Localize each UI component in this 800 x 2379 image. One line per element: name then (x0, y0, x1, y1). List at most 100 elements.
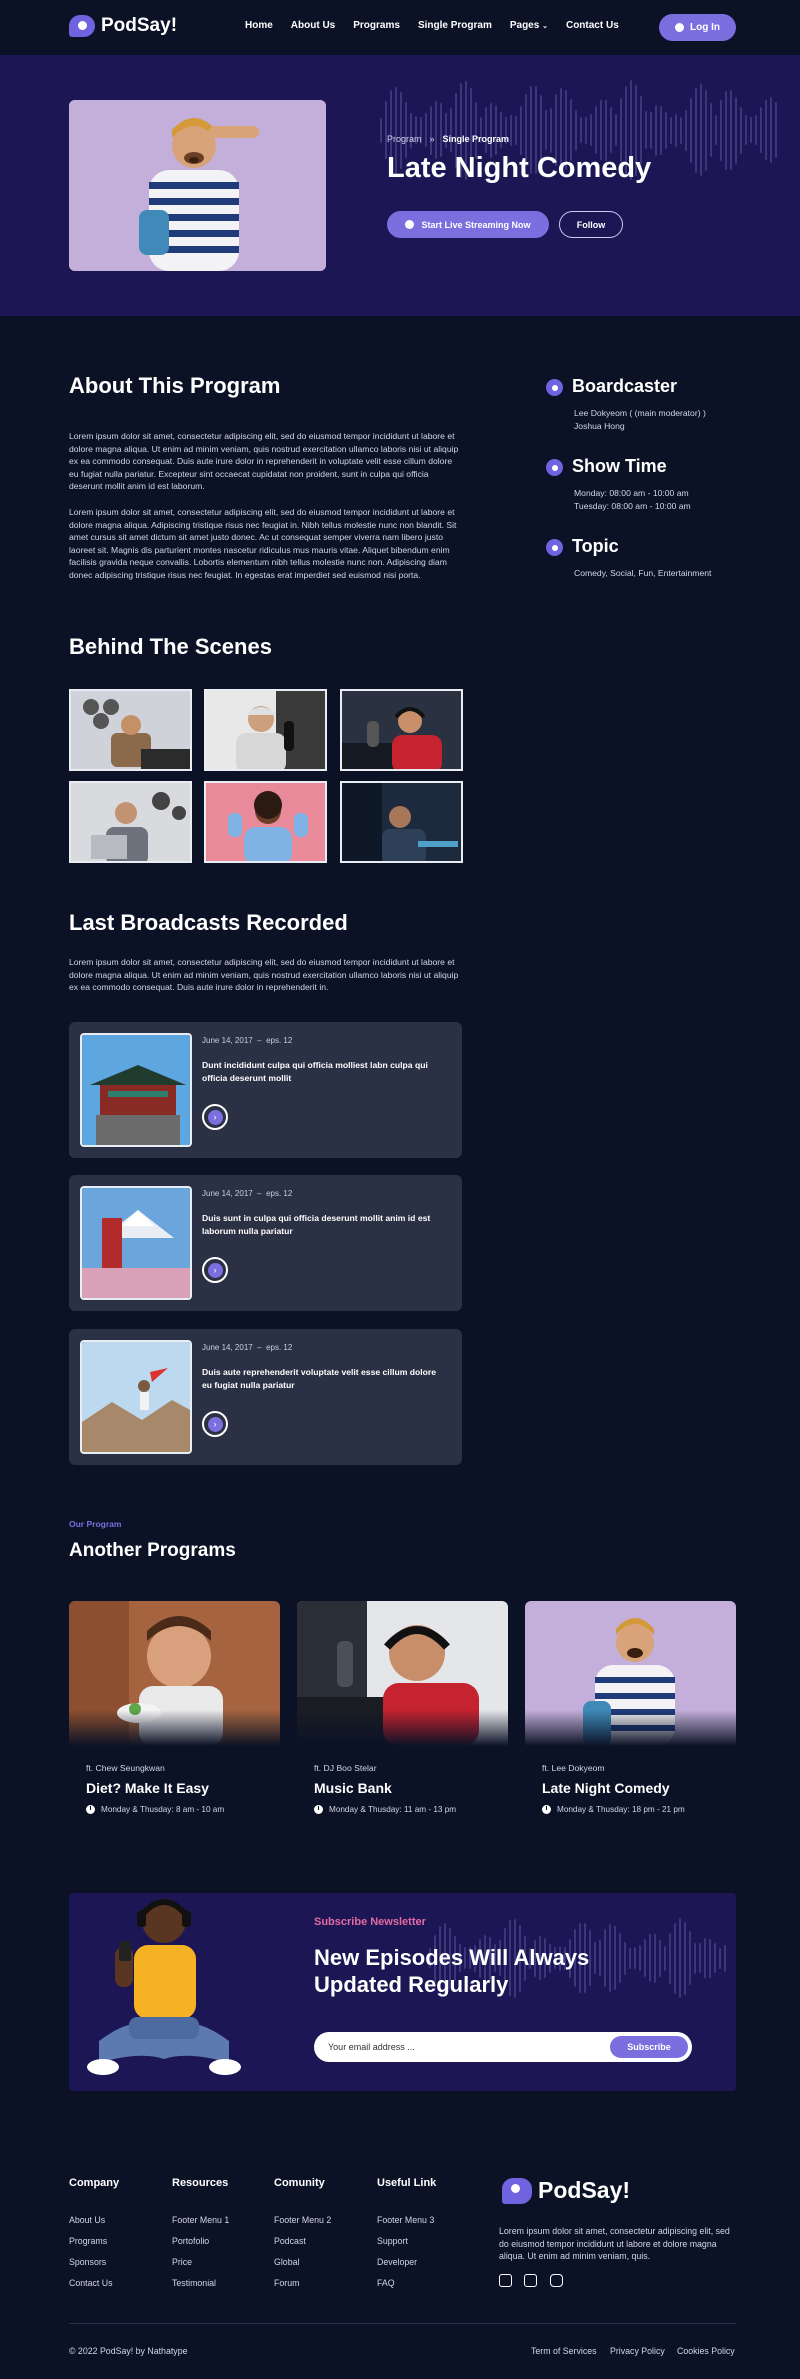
footer-link[interactable]: FAQ (377, 2278, 395, 2288)
footer-divider (69, 2323, 736, 2324)
program-time-text: Monday & Thusday: 18 pm - 21 pm (557, 1805, 685, 1814)
follow-button[interactable]: Follow (559, 211, 623, 238)
instagram-icon[interactable] (550, 2274, 563, 2287)
gallery-image[interactable] (204, 781, 327, 863)
footer-link[interactable]: Footer Menu 1 (172, 2215, 229, 2225)
wave-bar (690, 97, 692, 163)
microphone-icon (546, 379, 563, 396)
twitter-icon[interactable] (524, 2274, 537, 2287)
wave-bar (689, 1931, 691, 1985)
broadcast-episode: eps. 12 (266, 1036, 293, 1045)
footer-link[interactable]: Sponsors (69, 2257, 106, 2267)
main-nav: Home About Us Programs Single Program Pa… (245, 20, 619, 31)
footer-link[interactable]: Price (172, 2257, 192, 2267)
play-button[interactable]: › (202, 1411, 228, 1437)
programs-eyebrow: Our Program (69, 1519, 122, 1529)
program-title[interactable]: Music Bank (314, 1780, 392, 1796)
wave-bar (675, 113, 677, 147)
wave-bar (750, 117, 752, 143)
broadcast-meta: June 14, 2017 – eps. 12 (202, 1343, 293, 1352)
footer-link[interactable]: Contact Us (69, 2278, 113, 2288)
nav-contact-us[interactable]: Contact Us (566, 20, 619, 31)
footer-link[interactable]: About Us (69, 2215, 105, 2225)
email-input[interactable] (328, 2032, 598, 2062)
gallery-image[interactable] (340, 781, 463, 863)
footer-column-title: Useful Link (377, 2177, 437, 2189)
facebook-icon[interactable] (499, 2274, 512, 2287)
boardcaster-name: Lee Dokyeom ( (main moderator) ) (574, 408, 706, 418)
footer-logo[interactable]: PodSay! (502, 2177, 630, 2204)
wave-bar (450, 108, 452, 152)
start-streaming-button[interactable]: Start Live Streaming Now (387, 211, 549, 238)
footer-logo-text: PodSay! (538, 2177, 631, 2203)
nav-about-us[interactable]: About Us (291, 20, 335, 31)
footer-description: Lorem ipsum dolor sit amet, consectetur … (499, 2226, 730, 2262)
footer-link[interactable]: Footer Menu 3 (377, 2215, 434, 2225)
broadcast-title[interactable]: Duis aute reprehenderit voluptate velit … (202, 1366, 442, 1392)
broadcast-thumbnail (80, 1340, 192, 1454)
nav-programs[interactable]: Programs (353, 20, 400, 31)
wave-bar (615, 114, 617, 146)
nav-pages-label: Pages (509, 20, 540, 31)
wave-bar (575, 109, 577, 151)
wave-bar (405, 102, 407, 158)
privacy-link[interactable]: Privacy Policy (610, 2346, 665, 2356)
wave-bar (735, 96, 737, 164)
broadcasts-title: Last Broadcasts Recorded (69, 910, 348, 935)
footer-link[interactable]: Footer Menu 2 (274, 2215, 331, 2225)
subscribe-button[interactable]: Subscribe (610, 2036, 688, 2058)
program-time-text: Monday & Thusday: 8 am - 10 am (101, 1805, 225, 1814)
broadcast-card[interactable]: June 14, 2017 – eps. 12 Dunt incididunt … (69, 1022, 462, 1158)
footer-column-title: Resources (172, 2177, 229, 2189)
footer-link[interactable]: Portofolio (172, 2236, 209, 2246)
topic-title: Topic (572, 536, 619, 556)
logo[interactable]: PodSay! (69, 15, 177, 37)
nav-pages[interactable]: Pages ⌄ (510, 20, 548, 31)
wave-bar (645, 111, 647, 149)
nav-single-program[interactable]: Single Program (418, 20, 492, 31)
wave-bar (670, 116, 672, 144)
login-button[interactable]: Log In (659, 14, 736, 41)
program-title[interactable]: Diet? Make It Easy (86, 1780, 209, 1796)
footer-link[interactable]: Testimonial (172, 2278, 216, 2288)
footer-link[interactable]: Support (377, 2236, 408, 2246)
broadcast-card[interactable]: June 14, 2017 – eps. 12 Duis sunt in cul… (69, 1175, 462, 1311)
gallery-image[interactable] (204, 689, 327, 771)
program-time: Monday & Thusday: 18 pm - 21 pm (542, 1805, 685, 1814)
broadcast-title[interactable]: Duis sunt in culpa qui officia deserunt … (202, 1212, 442, 1238)
terms-link[interactable]: Term of Services (531, 2346, 597, 2356)
nav-home[interactable]: Home (245, 20, 273, 31)
wave-bar (704, 1938, 706, 1978)
footer-link[interactable]: Programs (69, 2236, 107, 2246)
wave-bar (770, 97, 772, 163)
program-title[interactable]: Late Night Comedy (542, 1780, 670, 1796)
footer-link[interactable]: Developer (377, 2257, 417, 2267)
wave-bar (440, 103, 442, 157)
broadcast-card[interactable]: June 14, 2017 – eps. 12 Duis aute repreh… (69, 1329, 462, 1465)
broadcast-date: June 14, 2017 (202, 1036, 253, 1045)
play-button[interactable]: › (202, 1257, 228, 1283)
login-label: Log In (690, 22, 720, 33)
wave-bar (740, 106, 742, 154)
wave-bar (510, 114, 512, 146)
footer-link[interactable]: Forum (274, 2278, 299, 2288)
broadcast-meta: June 14, 2017 – eps. 12 (202, 1189, 293, 1198)
double-chevron-icon: » (429, 134, 435, 144)
cookies-link[interactable]: Cookies Policy (677, 2346, 735, 2356)
wave-bar (430, 105, 432, 155)
arrow-right-icon: › (207, 1262, 223, 1278)
boardcaster-title: Boardcaster (572, 376, 678, 396)
gallery-image[interactable] (69, 781, 192, 863)
footer-link[interactable]: Global (274, 2257, 299, 2267)
wave-bar (655, 104, 657, 156)
breadcrumb-program[interactable]: Program (387, 134, 422, 144)
footer-link[interactable]: Podcast (274, 2236, 306, 2246)
show-time-line: Tuesday: 08:00 am - 10:00 am (574, 500, 691, 511)
broadcast-episode: eps. 12 (266, 1189, 293, 1198)
wave-bar (495, 105, 497, 155)
gallery-image[interactable] (69, 689, 192, 771)
play-button[interactable]: › (202, 1104, 228, 1130)
wave-bar (730, 90, 732, 170)
gallery-image[interactable] (340, 689, 463, 771)
broadcast-title[interactable]: Dunt incididunt culpa qui officia mollie… (202, 1059, 442, 1085)
